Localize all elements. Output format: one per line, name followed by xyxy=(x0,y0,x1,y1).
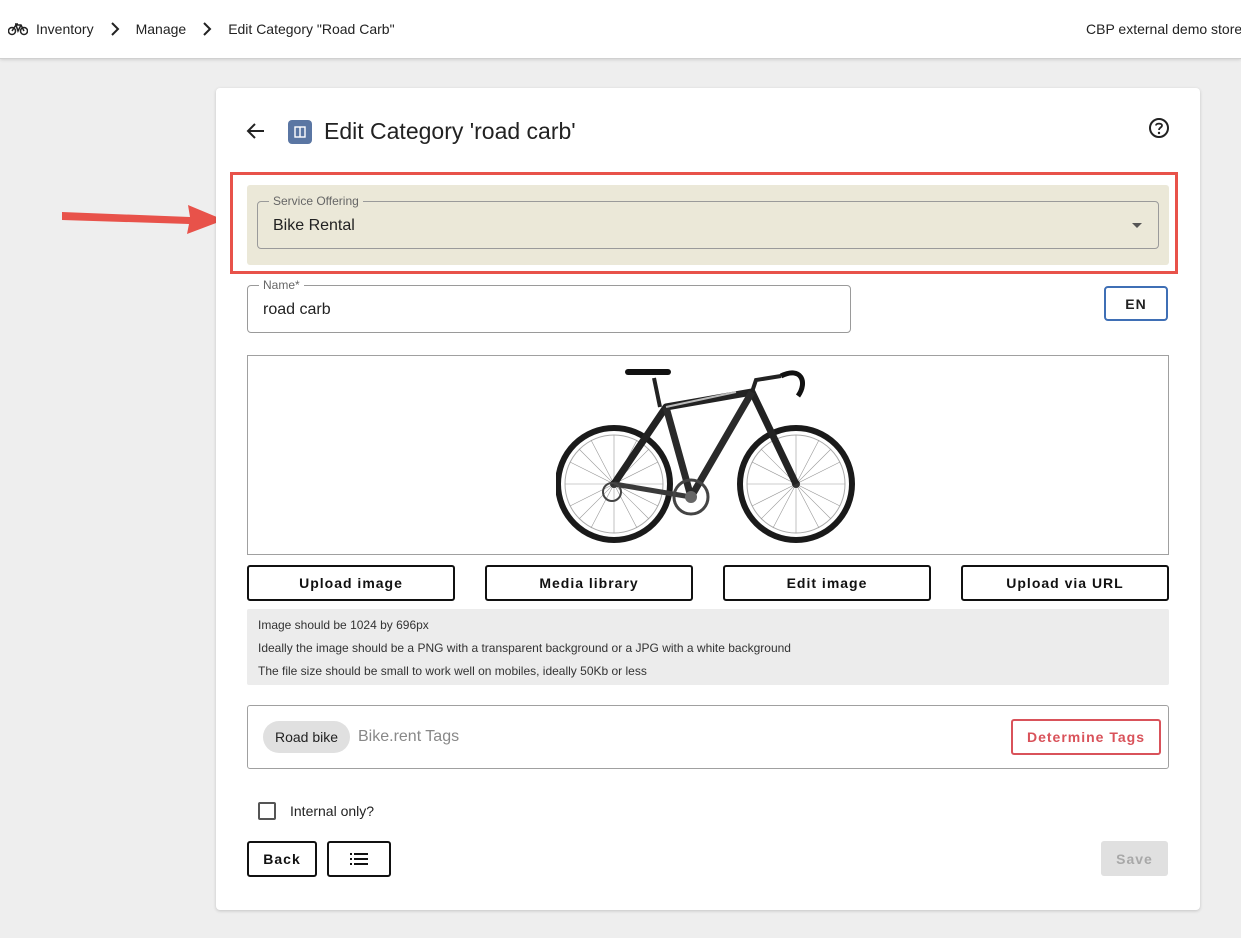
bicycle-image xyxy=(556,369,855,543)
upload-via-url-button[interactable]: Upload via URL xyxy=(961,565,1169,601)
arrow-left-icon[interactable] xyxy=(246,121,266,141)
breadcrumb-manage[interactable]: Manage xyxy=(136,21,187,37)
highlight-box xyxy=(230,172,1178,274)
help-circle-icon[interactable] xyxy=(1148,117,1170,139)
edit-category-card: Edit Category 'road carb' Service Offeri… xyxy=(216,88,1200,910)
list-button[interactable] xyxy=(327,841,391,877)
list-icon xyxy=(350,853,368,865)
image-info-line: The file size should be small to work we… xyxy=(258,664,647,678)
store-name[interactable]: CBP external demo store xyxy=(1086,21,1241,37)
category-book-icon xyxy=(288,120,312,144)
save-button[interactable]: Save xyxy=(1101,841,1168,876)
bicycle-icon xyxy=(8,23,28,36)
tags-placeholder[interactable]: Bike.rent Tags xyxy=(358,728,459,746)
page-title: Edit Category 'road carb' xyxy=(324,118,576,144)
tags-input[interactable]: Road bike Bike.rent Tags Determine Tags xyxy=(247,705,1169,769)
name-field[interactable]: Name* road carb xyxy=(247,278,851,333)
image-info-line: Image should be 1024 by 696px xyxy=(258,618,429,632)
breadcrumb-inventory[interactable]: Inventory xyxy=(36,21,94,37)
back-button[interactable]: Back xyxy=(247,841,317,877)
internal-only-label[interactable]: Internal only? xyxy=(290,803,374,819)
upload-image-button[interactable]: Upload image xyxy=(247,565,455,601)
name-value: road carb xyxy=(263,301,331,318)
image-info-box: Image should be 1024 by 696px Ideally th… xyxy=(247,609,1169,685)
tag-chip[interactable]: Road bike xyxy=(263,721,351,753)
chevron-right-icon xyxy=(110,22,120,36)
breadcrumb-edit-category: Edit Category "Road Carb" xyxy=(228,21,395,37)
language-button[interactable]: EN xyxy=(1104,286,1168,321)
image-info-line: Ideally the image should be a PNG with a… xyxy=(258,641,791,655)
internal-only-checkbox[interactable] xyxy=(258,802,276,820)
annotation-arrow-icon xyxy=(62,205,224,234)
breadcrumb: Inventory Manage Edit Category "Road Car… xyxy=(0,21,395,37)
top-bar: Inventory Manage Edit Category "Road Car… xyxy=(0,0,1241,59)
chevron-right-icon xyxy=(203,22,212,36)
category-image-box xyxy=(247,355,1169,555)
determine-tags-button[interactable]: Determine Tags xyxy=(1011,719,1161,755)
edit-image-button[interactable]: Edit image xyxy=(723,565,931,601)
media-library-button[interactable]: Media library xyxy=(485,565,693,601)
name-label: Name* xyxy=(259,278,304,292)
